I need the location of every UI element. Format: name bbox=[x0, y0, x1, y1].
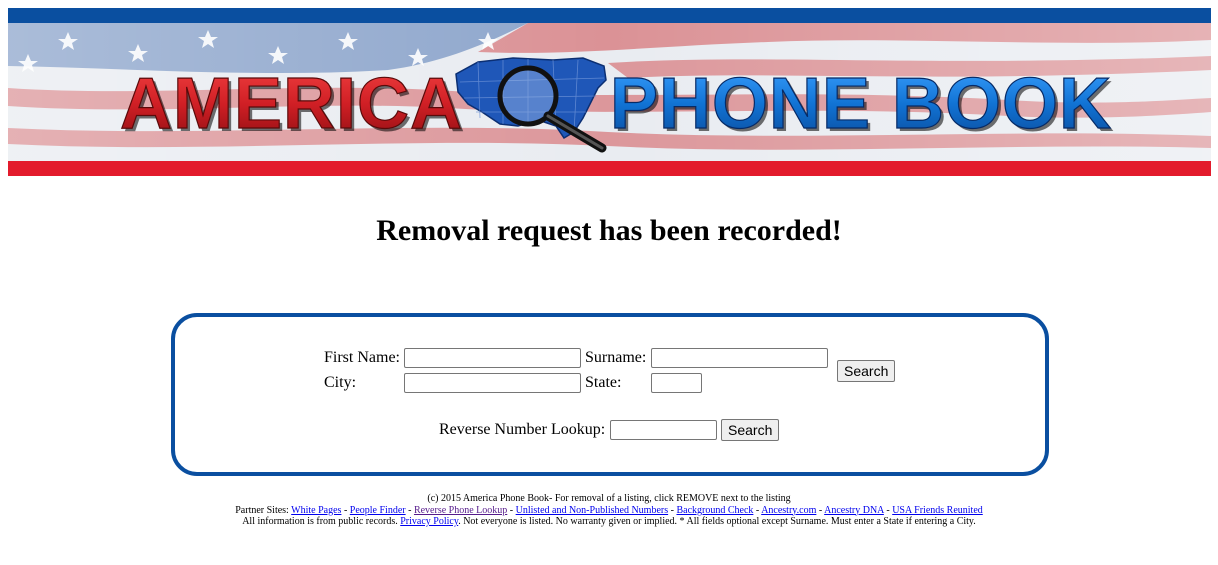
reverse-lookup-input[interactable] bbox=[610, 420, 717, 440]
banner-bottom-band bbox=[8, 161, 1211, 176]
site-banner: AMERICA AMERICA PHONE BOOK PHONE BOOK bbox=[8, 8, 1211, 176]
partner-link-people-finder[interactable]: People Finder bbox=[350, 505, 406, 516]
partner-link-background-check[interactable]: Background Check bbox=[676, 505, 753, 516]
footer-copyright: (c) 2015 America Phone Book- For removal… bbox=[427, 493, 791, 504]
partner-link-usa-friends-reunited[interactable]: USA Friends Reunited bbox=[892, 505, 983, 516]
partner-link-ancestry[interactable]: Ancestry.com bbox=[761, 505, 816, 516]
partner-link-unlisted-numbers[interactable]: Unlisted and Non-Published Numbers bbox=[516, 505, 669, 516]
state-label: State: bbox=[585, 374, 622, 391]
partner-link-white-pages[interactable]: White Pages bbox=[291, 505, 341, 516]
reverse-search-button[interactable]: Search bbox=[721, 419, 779, 441]
city-label: City: bbox=[324, 374, 357, 391]
surname-input[interactable] bbox=[651, 348, 828, 368]
partner-link-reverse-phone-lookup[interactable]: Reverse Phone Lookup bbox=[414, 505, 507, 516]
partner-prefix: Partner Sites: bbox=[235, 504, 289, 516]
city-input[interactable] bbox=[404, 373, 581, 393]
partner-link-ancestry-dna[interactable]: Ancestry DNA bbox=[824, 505, 884, 516]
logo-word-america: AMERICA bbox=[120, 64, 463, 144]
privacy-policy-link[interactable]: Privacy Policy bbox=[400, 516, 458, 527]
state-input[interactable] bbox=[651, 373, 702, 393]
footer: (c) 2015 America Phone Book- For removal… bbox=[0, 493, 1218, 528]
banner-top-band bbox=[8, 8, 1211, 23]
footer-partners: Partner Sites: White Pages - People Find… bbox=[235, 504, 983, 516]
search-panel: First Name: Surname: City: State: Search… bbox=[171, 313, 1049, 476]
footer-disclaimer: All information is from public records. … bbox=[242, 516, 976, 527]
first-name-input[interactable] bbox=[404, 348, 581, 368]
reverse-lookup-label: Reverse Number Lookup: bbox=[439, 421, 606, 438]
name-search-button[interactable]: Search bbox=[837, 360, 895, 382]
surname-label: Surname: bbox=[585, 349, 647, 366]
banner-graphic: AMERICA AMERICA PHONE BOOK PHONE BOOK bbox=[8, 8, 1211, 176]
page-title: Removal request has been recorded! bbox=[376, 214, 842, 247]
first-name-label: First Name: bbox=[324, 349, 400, 366]
logo-word-phone-book: PHONE BOOK bbox=[610, 64, 1112, 144]
